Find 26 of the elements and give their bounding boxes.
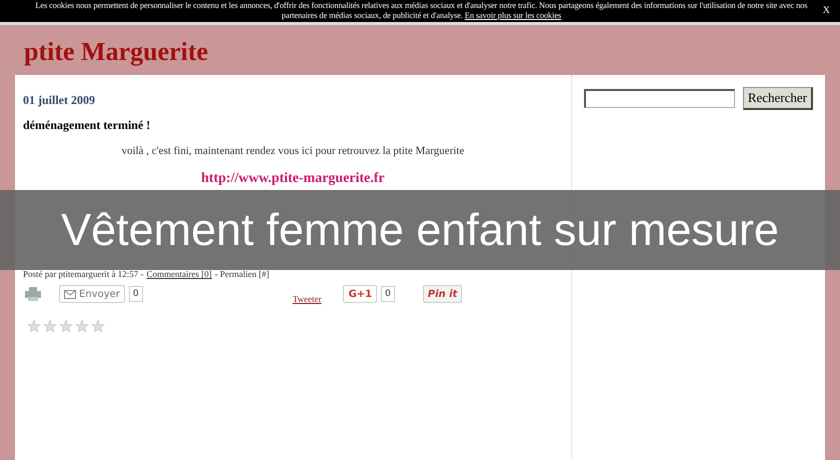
banner-title: Vêtement femme enfant sur mesure: [61, 204, 779, 256]
permalink-text: - Permalien [#]: [214, 269, 270, 279]
cookie-notice: Les cookies nous permettent de personnaliser le contenu et les annonces, d'offrir des fonctionnalités relatives aux médias sociaux et d'analyser notre trafic. Nous partageons également des informations sur l'utilisation de notre site avec nos partenaires de médias sociaux, de publicité et d'analyse. En savoir plus sur les cookies: [34, 1, 808, 21]
search-button[interactable]: Rechercher: [742, 87, 813, 110]
plus-one-button[interactable]: G+1: [343, 285, 378, 303]
plus-one-count: 0: [381, 286, 395, 302]
site-link[interactable]: http://www.ptite-marguerite.fr: [201, 171, 385, 187]
star-icon[interactable]: [59, 319, 73, 333]
star-icon[interactable]: [75, 319, 89, 333]
cookie-info-link[interactable]: En savoir plus sur les cookies: [464, 11, 562, 20]
post-meta: Posté par ptitemarguerit à 12:57 -: [23, 269, 144, 279]
printer-icon[interactable]: [25, 287, 41, 301]
close-button[interactable]: X: [818, 1, 834, 20]
tweet-link[interactable]: Tweeter: [292, 294, 322, 304]
pin-button[interactable]: Pin it: [422, 285, 462, 303]
star-icon[interactable]: [43, 319, 57, 333]
star-icon[interactable]: [27, 319, 41, 333]
post-title: déménagement terminé !: [23, 118, 152, 133]
star-icon[interactable]: [91, 319, 105, 333]
comments-link[interactable]: Commentaires [0]: [146, 269, 212, 279]
envelope-icon: [64, 290, 76, 298]
search-field[interactable]: [584, 89, 735, 108]
post-text: voilà , c'est fini, maintenant rendez vous ici pour retrouvez la ptite Marguerite: [120, 145, 466, 157]
email-count: 0: [128, 286, 143, 302]
email-button[interactable]: Envoyer: [59, 285, 125, 303]
post-date: 01 juillet 2009: [23, 93, 96, 108]
